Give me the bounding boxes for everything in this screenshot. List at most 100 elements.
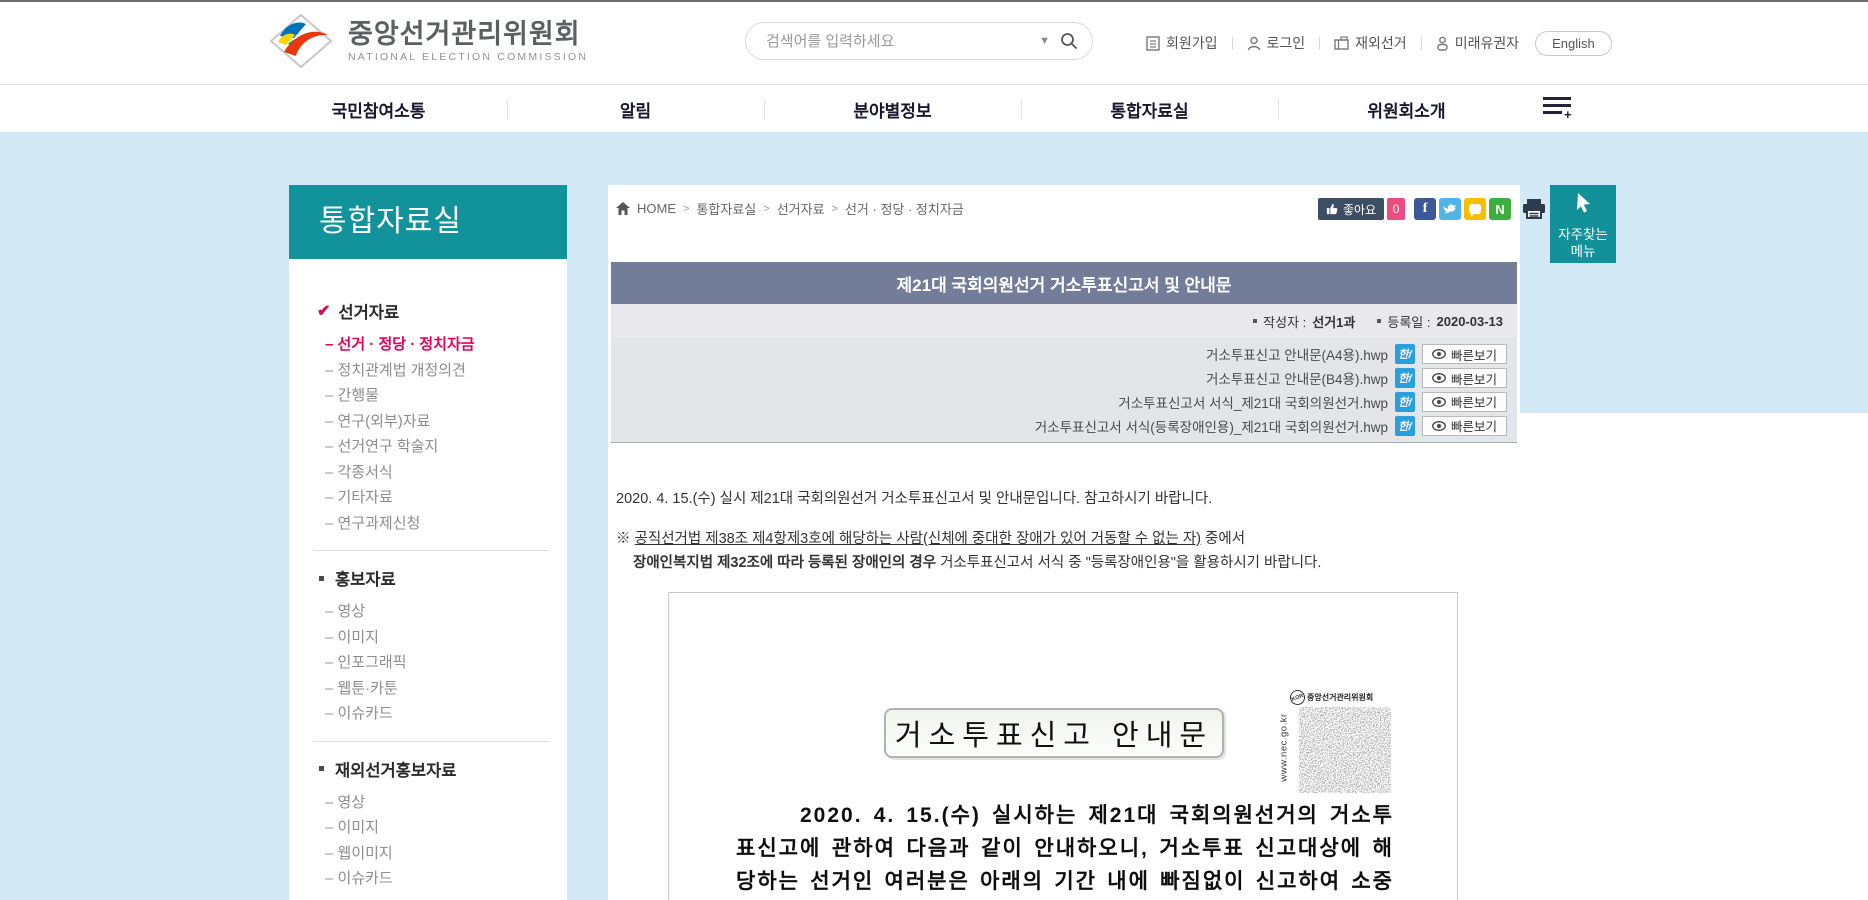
sidebar-item-promo-image[interactable]: 이미지 [317, 625, 567, 651]
nec-logo[interactable]: 중앙선거관리위원회 NATIONAL ELECTION COMMISSION [268, 12, 588, 70]
nav-item-participation[interactable]: 국민참여소통 [250, 85, 507, 133]
sidebar-item-ov-webimage[interactable]: 웹이미지 [317, 841, 567, 867]
qr-code-icon [1299, 707, 1391, 793]
eye-icon [1432, 349, 1446, 359]
naver-icon[interactable]: N [1489, 198, 1511, 220]
eye-icon [1432, 373, 1446, 383]
sidebar-item-forms[interactable]: 각종서식 [317, 460, 567, 486]
sidebar-item-webtoon[interactable]: 웹툰·카툰 [317, 676, 567, 702]
sidebar-item-infographic[interactable]: 인포그래픽 [317, 650, 567, 676]
search-scope-dropdown-icon[interactable]: ▼ [1035, 35, 1060, 47]
breadcrumb-election-data[interactable]: 선거자료 [777, 199, 825, 218]
eye-icon [1432, 397, 1446, 407]
preview-title-box: 거소투표신고 안내문 [884, 708, 1224, 758]
date-value: 2020-03-13 [1437, 314, 1504, 329]
sidebar-menu: ✔ 선거자료 선거 · 정당 · 정치자금 정치관계법 개정의견 간행물 연구(… [289, 259, 567, 900]
sidebar-section-promo[interactable]: 홍보자료 [317, 566, 567, 590]
main-nav: 국민참여소통 알림 분야별정보 통합자료실 위원회소개 [0, 84, 1868, 132]
sidebar-item-law-opinion[interactable]: 정치관계법 개정의견 [317, 358, 567, 384]
signup-link[interactable]: 회원가입 [1146, 33, 1218, 53]
sidebar-item-research-apply[interactable]: 연구과제신청 [317, 511, 567, 537]
share-bar: 좋아요 0 f N [1318, 198, 1546, 220]
quick-view-button[interactable]: 빠른보기 [1422, 344, 1507, 364]
nav-item-notice[interactable]: 알림 [507, 85, 764, 133]
hwp-file-icon[interactable]: 한/ [1395, 368, 1415, 388]
post-note-line1: ※ 공직선거법 제38조 제4항제3호에 해당하는 사람(신체에 중대한 장애가… [616, 527, 1245, 548]
breadcrumb-current[interactable]: 선거 · 정당 · 정치자금 [845, 199, 964, 218]
utility-links: 회원가입 로그인 재외선거 미래유권자 English [1146, 30, 1612, 56]
sidebar-section-overseas-promo[interactable]: 재외선거홍보자료 [317, 757, 567, 781]
quick-view-button[interactable]: 빠른보기 [1422, 416, 1507, 436]
quick-view-button[interactable]: 빠른보기 [1422, 392, 1507, 412]
site-title: 중앙선거관리위원회 [348, 19, 588, 49]
post-body-text: 2020. 4. 15.(수) 실시 제21대 국회의원선거 거소투표신고서 및… [616, 487, 1212, 508]
nav-item-about[interactable]: 위원회소개 [1278, 85, 1535, 133]
sidebar-item-publications[interactable]: 간행물 [317, 383, 567, 409]
author-label: 작성자 : [1263, 312, 1306, 331]
sidebar-item-etc[interactable]: 기타자료 [317, 485, 567, 511]
sidebar-item-ov-video[interactable]: 영상 [317, 790, 567, 816]
like-button[interactable]: 좋아요 [1318, 198, 1384, 220]
facebook-icon[interactable]: f [1414, 198, 1436, 220]
attachment-filename[interactable]: 거소투표신고서 서식_제21대 국회의원선거.hwp [1118, 392, 1388, 412]
top-border [0, 0, 1868, 2]
quick-view-button[interactable]: 빠른보기 [1422, 368, 1507, 388]
check-icon: ✔ [317, 301, 330, 321]
date-label: 등록일 : [1387, 312, 1430, 331]
attachment-filename[interactable]: 거소투표신고 안내문(B4용).hwp [1206, 368, 1388, 388]
overseas-election-link[interactable]: 재외선거 [1334, 33, 1407, 53]
future-voter-icon [1436, 36, 1449, 51]
cursor-icon [1574, 193, 1592, 215]
attachment-row: 거소투표신고 안내문(B4용).hwp 한/ 빠른보기 [611, 368, 1507, 389]
page: 중앙선거관리위원회 NATIONAL ELECTION COMMISSION ▼… [0, 0, 1868, 900]
hwp-file-icon[interactable]: 한/ [1395, 416, 1415, 436]
hwp-file-icon[interactable]: 한/ [1395, 344, 1415, 364]
sidebar-item-ov-image[interactable]: 이미지 [317, 815, 567, 841]
sidebar-section-election-data[interactable]: ✔ 선거자료 [317, 299, 567, 323]
post-title: 제21대 국회의원선거 거소투표신고서 및 안내문 [611, 262, 1517, 304]
breadcrumb-home[interactable]: HOME [637, 201, 676, 216]
attachment-row: 거소투표신고서 서식(등록장애인용)_제21대 국회의원선거.hwp 한/ 빠른… [611, 415, 1507, 436]
attachment-filename[interactable]: 거소투표신고 안내문(A4용).hwp [1206, 344, 1388, 364]
site-subtitle: NATIONAL ELECTION COMMISSION [348, 51, 588, 63]
nav-item-archive[interactable]: 통합자료실 [1021, 85, 1278, 133]
preview-body-text: 2020. 4. 15.(수) 실시하는 제21대 국회의원선거의 거소투표신고… [736, 799, 1394, 900]
all-menu-icon[interactable]: + [1543, 97, 1575, 119]
sidebar-item-ov-issuecard[interactable]: 이슈카드 [317, 866, 567, 892]
qr-org-label: 중앙선거관리위원회 [1307, 692, 1373, 703]
breadcrumb: HOME > 통합자료실 > 선거자료 > 선거 · 정당 · 정치자금 [616, 199, 964, 218]
search-input[interactable] [746, 33, 1035, 50]
frequent-menu-button[interactable]: 자주찾는메뉴 [1550, 185, 1616, 263]
sidebar-item-journal[interactable]: 선거연구 학술지 [317, 434, 567, 460]
login-icon [1247, 36, 1261, 51]
breadcrumb-archive[interactable]: 통합자료실 [696, 199, 756, 218]
search-icon[interactable] [1060, 32, 1092, 50]
square-bullet-icon [319, 576, 324, 581]
hwp-file-icon[interactable]: 한/ [1395, 392, 1415, 412]
author-value: 선거1과 [1312, 312, 1355, 331]
english-button[interactable]: English [1535, 31, 1612, 56]
sidebar-title: 통합자료실 [289, 185, 567, 259]
attachment-row: 거소투표신고서 서식_제21대 국회의원선거.hwp 한/ 빠른보기 [611, 392, 1507, 413]
attachment-row: 거소투표신고 안내문(A4용).hwp 한/ 빠른보기 [611, 344, 1507, 365]
thumbs-up-icon [1326, 203, 1338, 215]
home-icon[interactable] [616, 202, 630, 215]
twitter-icon[interactable] [1439, 198, 1461, 220]
sidebar-item-election-party-funds[interactable]: 선거 · 정당 · 정치자금 [317, 332, 567, 358]
login-link[interactable]: 로그인 [1247, 33, 1306, 53]
kakao-icon[interactable] [1464, 198, 1486, 220]
qr-stamp: KOR 중앙선거관리위원회 www.nec.go.kr [1278, 690, 1394, 798]
sidebar-item-external-research[interactable]: 연구(외부)자료 [317, 409, 567, 435]
attachment-filename[interactable]: 거소투표신고서 서식(등록장애인용)_제21대 국회의원선거.hwp [1035, 416, 1388, 436]
attachment-list: 거소투표신고 안내문(A4용).hwp 한/ 빠른보기 거소투표신고 안내문(B… [611, 338, 1517, 443]
post-note-line2: 장애인복지법 제32조에 따라 등록된 장애인의 경우 거소투표신고서 서식 중… [633, 551, 1321, 572]
post-meta: 작성자 : 선거1과 등록일 : 2020-03-13 [611, 304, 1517, 338]
signup-icon [1146, 36, 1160, 51]
print-icon[interactable] [1522, 199, 1546, 219]
qr-url-label: www.nec.go.kr [1279, 713, 1290, 781]
kor-seal-icon: KOR [1288, 688, 1307, 707]
sidebar-item-promo-video[interactable]: 영상 [317, 599, 567, 625]
sidebar-item-issue-card[interactable]: 이슈카드 [317, 701, 567, 727]
future-voter-link[interactable]: 미래유권자 [1436, 33, 1519, 53]
nav-item-info-by-field[interactable]: 분야별정보 [764, 85, 1021, 133]
